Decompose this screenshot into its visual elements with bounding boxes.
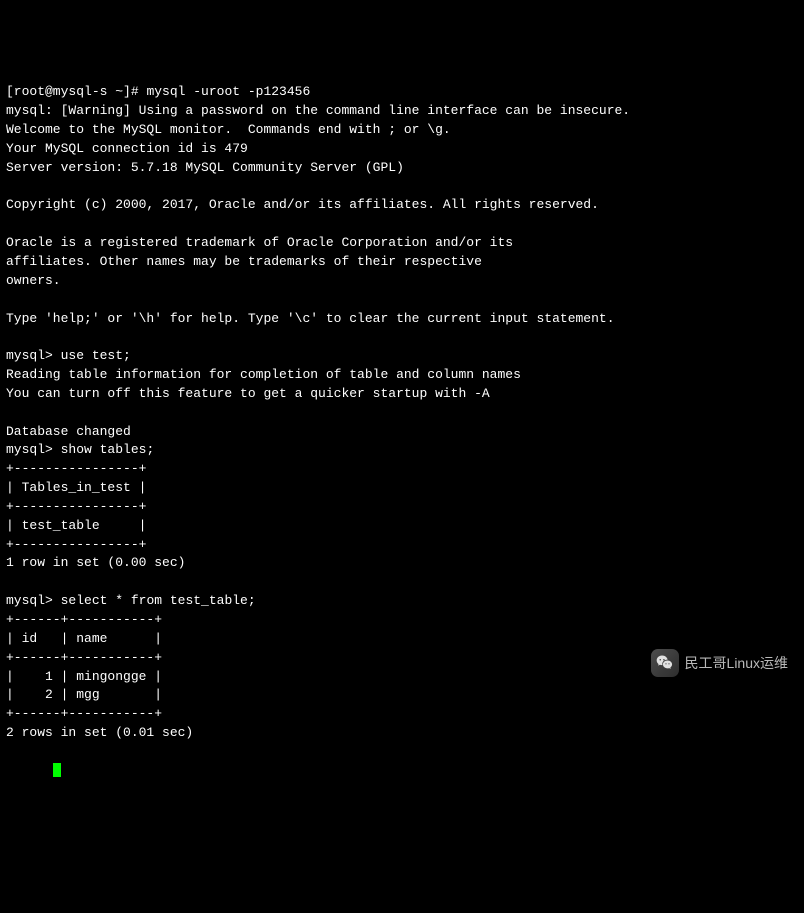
table-separator: +------+-----------+ xyxy=(6,650,162,665)
table-separator: +------+-----------+ xyxy=(6,706,162,721)
table-row: | test_table | xyxy=(6,518,146,533)
table-separator: +------+-----------+ xyxy=(6,612,162,627)
trademark-line: owners. xyxy=(6,273,61,288)
table-separator: +----------------+ xyxy=(6,461,146,476)
trademark-line: Oracle is a registered trademark of Orac… xyxy=(6,235,513,250)
table-separator: +----------------+ xyxy=(6,499,146,514)
reading-tables-line: Reading table information for completion… xyxy=(6,367,521,382)
quicker-startup-line: You can turn off this feature to get a q… xyxy=(6,386,490,401)
wechat-icon xyxy=(651,649,679,677)
help-line: Type 'help;' or '\h' for help. Type '\c'… xyxy=(6,311,615,326)
watermark-text: 民工哥Linux运维 xyxy=(685,653,788,673)
trademark-line: affiliates. Other names may be trademark… xyxy=(6,254,482,269)
show-tables-command: show tables; xyxy=(61,442,155,457)
table-row: | 1 | mingongge | xyxy=(6,669,162,684)
login-command: mysql -uroot -p123456 xyxy=(146,84,310,99)
mysql-prompt: mysql> xyxy=(6,442,53,457)
connection-line: Your MySQL connection id is 479 xyxy=(6,141,248,156)
use-db-command: use test; xyxy=(61,348,131,363)
result-footer: 1 row in set (0.00 sec) xyxy=(6,555,185,570)
copyright-line: Copyright (c) 2000, 2017, Oracle and/or … xyxy=(6,197,599,212)
mysql-prompt: mysql> xyxy=(6,593,53,608)
shell-prompt: [root@mysql-s ~]# xyxy=(6,84,139,99)
result-footer: 2 rows in set (0.01 sec) xyxy=(6,725,193,740)
welcome-line: Welcome to the MySQL monitor. Commands e… xyxy=(6,122,451,137)
server-line: Server version: 5.7.18 MySQL Community S… xyxy=(6,160,404,175)
mysql-prompt: mysql> xyxy=(6,348,53,363)
watermark: 民工哥Linux运维 xyxy=(651,649,788,677)
table-row: | 2 | mgg | xyxy=(6,687,162,702)
table-header: | id | name | xyxy=(6,631,162,646)
database-changed-line: Database changed xyxy=(6,424,131,439)
terminal-cursor[interactable] xyxy=(53,763,61,777)
select-command: select * from test_table; xyxy=(61,593,256,608)
warning-line: mysql: [Warning] Using a password on the… xyxy=(6,103,630,118)
table-separator: +----------------+ xyxy=(6,537,146,552)
table-header: | Tables_in_test | xyxy=(6,480,146,495)
